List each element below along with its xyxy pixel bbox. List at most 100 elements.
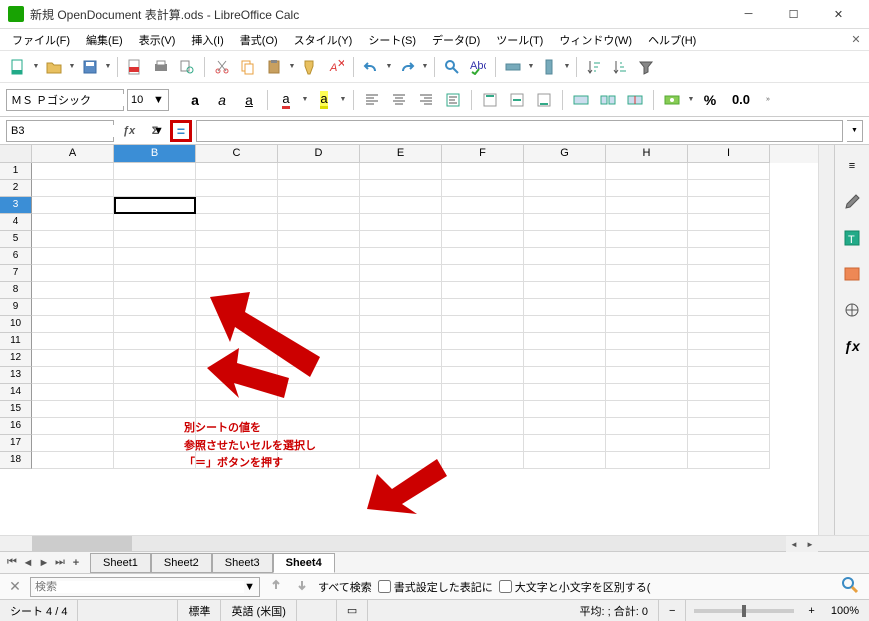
valign-mid-icon[interactable] <box>505 88 529 112</box>
cell-I15[interactable] <box>688 401 770 418</box>
row-header-1[interactable]: 1 <box>0 163 32 180</box>
row-header-8[interactable]: 8 <box>0 282 32 299</box>
cell-E11[interactable] <box>360 333 442 350</box>
find-case-check[interactable]: 大文字と小文字を区別する( <box>499 579 651 595</box>
cell-E4[interactable] <box>360 214 442 231</box>
save-dropdown[interactable]: ▼ <box>104 63 112 70</box>
print-icon[interactable] <box>149 55 173 79</box>
col-header-H[interactable]: H <box>606 145 688 163</box>
font-size-dropdown[interactable]: ▼ <box>153 94 164 106</box>
cell-E15[interactable] <box>360 401 442 418</box>
cell-E13[interactable] <box>360 367 442 384</box>
cell-C15[interactable] <box>196 401 278 418</box>
cell-A13[interactable] <box>32 367 114 384</box>
cell-E1[interactable] <box>360 163 442 180</box>
tab-next[interactable]: ► <box>36 557 52 569</box>
minimize-button[interactable]: ─ <box>726 0 771 29</box>
formula-input[interactable] <box>196 120 843 142</box>
cell-B13[interactable] <box>114 367 196 384</box>
cell-I14[interactable] <box>688 384 770 401</box>
cell-F11[interactable] <box>442 333 524 350</box>
cell-H6[interactable] <box>606 248 688 265</box>
vertical-scrollbar[interactable] <box>818 145 834 535</box>
row-header-6[interactable]: 6 <box>0 248 32 265</box>
col-dropdown[interactable]: ▼ <box>563 63 571 70</box>
row-header-16[interactable]: 16 <box>0 418 32 435</box>
cell-I11[interactable] <box>688 333 770 350</box>
cell-F4[interactable] <box>442 214 524 231</box>
menu-sheet[interactable]: シート(S) <box>360 30 424 50</box>
cell-D16[interactable] <box>278 418 360 435</box>
cell-B18[interactable] <box>114 452 196 469</box>
cell-G4[interactable] <box>524 214 606 231</box>
cell-G10[interactable] <box>524 316 606 333</box>
find-icon[interactable] <box>440 55 464 79</box>
col-icon[interactable] <box>537 55 561 79</box>
cell-G3[interactable] <box>524 197 606 214</box>
cell-H12[interactable] <box>606 350 688 367</box>
format-paint-icon[interactable] <box>298 55 322 79</box>
cell-F6[interactable] <box>442 248 524 265</box>
cell-C16[interactable] <box>196 418 278 435</box>
cell-F10[interactable] <box>442 316 524 333</box>
cell-A14[interactable] <box>32 384 114 401</box>
cell-F1[interactable] <box>442 163 524 180</box>
cell-F15[interactable] <box>442 401 524 418</box>
cell-B5[interactable] <box>114 231 196 248</box>
undo-dropdown[interactable]: ▼ <box>385 63 393 70</box>
cell-C17[interactable] <box>196 435 278 452</box>
close-button[interactable]: ✕ <box>816 0 861 29</box>
cell-D2[interactable] <box>278 180 360 197</box>
menu-tools[interactable]: ツール(T) <box>488 30 551 50</box>
cell-D5[interactable] <box>278 231 360 248</box>
menu-edit[interactable]: 編集(E) <box>78 30 131 50</box>
paste-dropdown[interactable]: ▼ <box>288 63 296 70</box>
select-all-corner[interactable] <box>0 145 32 163</box>
currency-icon[interactable] <box>660 88 684 112</box>
cell-H13[interactable] <box>606 367 688 384</box>
font-size-combo[interactable]: ▼ <box>127 89 169 111</box>
find-format-check[interactable]: 書式設定した表記に <box>378 579 493 595</box>
cell-I4[interactable] <box>688 214 770 231</box>
cell-A18[interactable] <box>32 452 114 469</box>
cell-B8[interactable] <box>114 282 196 299</box>
cell-A3[interactable] <box>32 197 114 214</box>
cell-A5[interactable] <box>32 231 114 248</box>
cell-E12[interactable] <box>360 350 442 367</box>
cell-C18[interactable] <box>196 452 278 469</box>
cell-I10[interactable] <box>688 316 770 333</box>
cell-D17[interactable] <box>278 435 360 452</box>
cell-B4[interactable] <box>114 214 196 231</box>
cell-F13[interactable] <box>442 367 524 384</box>
highlight-icon[interactable]: a <box>312 88 336 112</box>
sort-desc-icon[interactable] <box>608 55 632 79</box>
status-lang[interactable]: 英語 (米国) <box>221 600 296 621</box>
cell-B6[interactable] <box>114 248 196 265</box>
cell-A1[interactable] <box>32 163 114 180</box>
menu-file[interactable]: ファイル(F) <box>4 30 78 50</box>
cell-H2[interactable] <box>606 180 688 197</box>
navigator-icon[interactable] <box>839 297 865 323</box>
scroll-left[interactable]: ◄ <box>786 536 802 552</box>
cell-H11[interactable] <box>606 333 688 350</box>
cell-B7[interactable] <box>114 265 196 282</box>
pdf-icon[interactable] <box>123 55 147 79</box>
cell-E14[interactable] <box>360 384 442 401</box>
row-header-10[interactable]: 10 <box>0 316 32 333</box>
cell-D15[interactable] <box>278 401 360 418</box>
row-header-13[interactable]: 13 <box>0 367 32 384</box>
cell-G12[interactable] <box>524 350 606 367</box>
cell-A4[interactable] <box>32 214 114 231</box>
cell-E8[interactable] <box>360 282 442 299</box>
cell-A9[interactable] <box>32 299 114 316</box>
cell-I9[interactable] <box>688 299 770 316</box>
row-header-14[interactable]: 14 <box>0 384 32 401</box>
cell-B12[interactable] <box>114 350 196 367</box>
cell-F3[interactable] <box>442 197 524 214</box>
clear-format-icon[interactable]: A✕ <box>324 55 348 79</box>
cell-I17[interactable] <box>688 435 770 452</box>
cell-C5[interactable] <box>196 231 278 248</box>
cell-F14[interactable] <box>442 384 524 401</box>
cell-B10[interactable] <box>114 316 196 333</box>
copy-icon[interactable] <box>236 55 260 79</box>
